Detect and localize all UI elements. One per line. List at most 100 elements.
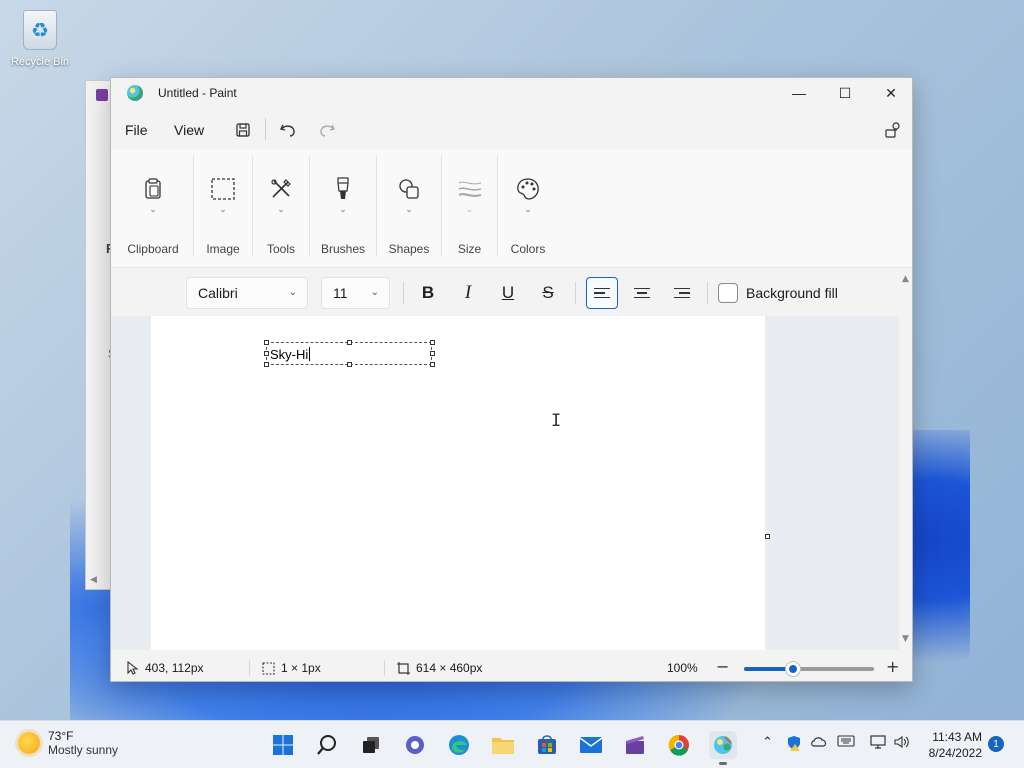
resize-handle[interactable] <box>347 362 352 367</box>
status-separator <box>249 660 250 676</box>
clock[interactable]: 11:43 AM 8/24/2022 <box>922 729 982 761</box>
resize-handle[interactable] <box>347 340 352 345</box>
recycle-bin-icon <box>23 10 57 50</box>
cursor-position-value: 403, 112px <box>145 661 204 675</box>
volume-icon[interactable] <box>893 735 911 753</box>
ribbon-group-colors[interactable]: ⌄ Colors <box>498 150 558 268</box>
ribbon-group-size[interactable]: ⌄ Size <box>442 150 497 268</box>
paint-taskbar-icon[interactable] <box>709 731 737 765</box>
share-settings-icon[interactable] <box>881 118 905 142</box>
text-toolbar: Calibri ⌄ 11 ⌄ B I U S Background fill <box>111 270 899 316</box>
store-icon[interactable] <box>533 731 561 759</box>
shapes-icon <box>396 176 422 202</box>
recycle-bin-label: Recycle Bin <box>10 56 70 68</box>
font-family-value: Calibri <box>198 285 238 301</box>
palette-icon <box>515 176 541 202</box>
mail-icon[interactable] <box>577 731 605 759</box>
weather-sun-icon <box>18 732 40 754</box>
ribbon-group-tools[interactable]: ⌄ Tools <box>253 150 309 268</box>
ribbon-label-clipboard: Clipboard <box>127 242 179 256</box>
text-box[interactable]: Sky-Hi <box>264 340 435 367</box>
cursor-position: 403, 112px <box>127 661 204 675</box>
chrome-icon[interactable] <box>665 731 693 759</box>
clipchamp-icon[interactable] <box>621 731 649 759</box>
show-hidden-icons-icon[interactable]: ⌃ <box>762 735 773 750</box>
resize-handle[interactable] <box>430 362 435 367</box>
resize-handle[interactable] <box>430 351 435 356</box>
security-warning-icon[interactable] <box>786 735 802 755</box>
bold-button[interactable]: B <box>413 279 443 307</box>
zoom-out-icon[interactable]: − <box>716 657 729 676</box>
title-bar[interactable]: Untitled - Paint — ☐ ✕ <box>111 78 912 108</box>
size-icon <box>457 176 483 202</box>
resize-handle[interactable] <box>430 340 435 345</box>
menu-view[interactable]: View <box>174 122 204 138</box>
scroll-up-icon[interactable]: ▲ <box>902 274 909 284</box>
background-fill-checkbox[interactable] <box>718 283 738 303</box>
font-size-value: 11 <box>333 285 348 301</box>
selection-size: 1 × 1px <box>262 661 321 675</box>
undo-icon[interactable] <box>276 118 300 142</box>
ribbon-group-shapes[interactable]: ⌄ Shapes <box>377 150 441 268</box>
status-separator <box>384 660 385 676</box>
weather-widget[interactable]: 73°F Mostly sunny <box>18 729 118 757</box>
canvas-size: 614 × 460px <box>397 661 482 675</box>
scroll-left-icon[interactable]: ◀ <box>90 574 110 586</box>
file-explorer-icon[interactable] <box>489 731 517 759</box>
canvas-size-value: 614 × 460px <box>416 661 483 675</box>
toolbar-separator <box>575 282 576 304</box>
scroll-down-icon[interactable]: ▼ <box>902 634 909 644</box>
align-center-button[interactable] <box>626 277 658 309</box>
font-size-dropdown[interactable]: 11 ⌄ <box>321 277 390 309</box>
zoom-slider[interactable] <box>744 662 874 676</box>
keyboard-icon[interactable] <box>837 735 855 751</box>
align-right-icon <box>674 285 690 302</box>
chevron-down-icon: ⌄ <box>288 287 297 298</box>
drawing-canvas[interactable]: Sky-Hi I <box>151 316 765 650</box>
resize-handle[interactable] <box>264 340 269 345</box>
font-family-dropdown[interactable]: Calibri ⌄ <box>186 277 308 309</box>
menu-file[interactable]: File <box>125 122 148 138</box>
minimize-button[interactable]: — <box>776 78 822 108</box>
status-bar: 403, 112px 1 × 1px 614 × 460px 100% − + <box>111 654 912 682</box>
resize-handle[interactable] <box>264 351 269 356</box>
strikethrough-button[interactable]: S <box>533 279 563 307</box>
onedrive-icon[interactable] <box>810 735 828 751</box>
ribbon-group-image[interactable]: ⌄ Image <box>194 150 252 268</box>
text-box-content[interactable]: Sky-Hi <box>270 347 311 362</box>
vertical-scrollbar[interactable]: ▲ ▼ <box>900 270 912 650</box>
align-right-button[interactable] <box>666 277 698 309</box>
chevron-down-icon: ⌄ <box>524 205 532 215</box>
taskbar: 73°F Mostly sunny ⌃ 11:43 AM 8/24/2022 1 <box>0 720 1024 768</box>
save-icon[interactable] <box>231 118 255 142</box>
chevron-down-icon: ⌄ <box>219 205 227 215</box>
app-icon-background <box>96 89 108 101</box>
align-left-button[interactable] <box>586 277 618 309</box>
chat-icon[interactable] <box>401 731 429 759</box>
ribbon-group-clipboard[interactable]: ⌄ Clipboard <box>121 150 185 268</box>
canvas-size-icon <box>397 661 410 675</box>
redo-icon[interactable] <box>315 118 339 142</box>
ribbon-group-brushes[interactable]: ⌄ Brushes <box>310 150 376 268</box>
start-icon[interactable] <box>269 731 297 759</box>
zoom-slider-thumb[interactable] <box>786 662 801 676</box>
task-view-icon[interactable] <box>357 731 385 759</box>
ribbon-label-image: Image <box>206 242 240 256</box>
maximize-button[interactable]: ☐ <box>822 78 868 108</box>
edge-icon[interactable] <box>445 731 473 759</box>
underline-button[interactable]: U <box>493 279 523 307</box>
network-icon[interactable] <box>870 735 888 753</box>
italic-button[interactable]: I <box>453 279 483 307</box>
clock-date: 8/24/2022 <box>928 746 982 760</box>
close-button[interactable]: ✕ <box>868 78 914 108</box>
chevron-down-icon: ⌄ <box>149 205 157 215</box>
resize-handle[interactable] <box>264 362 269 367</box>
search-icon[interactable] <box>313 731 341 759</box>
zoom-in-icon[interactable]: + <box>886 657 899 676</box>
desktop-icon-recycle-bin[interactable]: Recycle Bin <box>6 10 74 68</box>
zoom-level[interactable]: 100% <box>667 661 698 675</box>
canvas-area[interactable]: Sky-Hi I <box>111 316 899 650</box>
align-left-icon <box>594 285 610 302</box>
notification-badge[interactable]: 1 <box>988 736 1004 752</box>
canvas-resize-handle[interactable] <box>765 534 770 539</box>
